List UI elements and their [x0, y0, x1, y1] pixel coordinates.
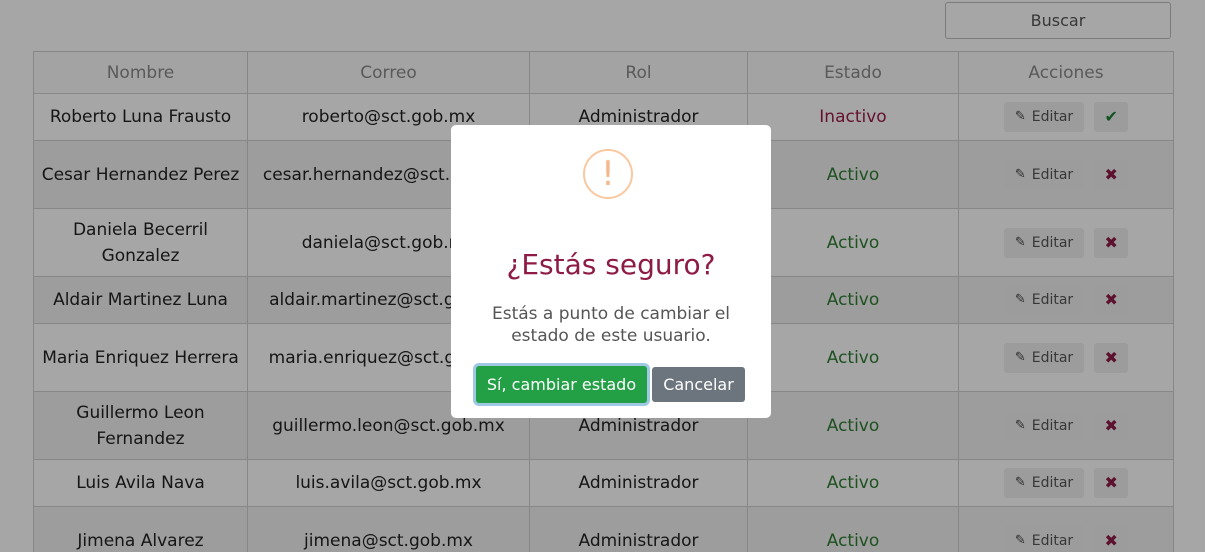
dialog-message: Estás a punto de cambiar el estado de es…: [491, 304, 731, 346]
warning-icon: !: [583, 149, 633, 199]
dialog-title: ¿Estás seguro?: [506, 248, 716, 281]
users-page: Buscar Nombre Correo Rol Estado Acciones…: [0, 0, 1205, 552]
confirm-dialog: ! ¿Estás seguro? Estás a punto de cambia…: [451, 125, 771, 418]
confirm-change-status-button[interactable]: Sí, cambiar estado: [476, 366, 647, 403]
cancel-button[interactable]: Cancelar: [652, 367, 745, 402]
